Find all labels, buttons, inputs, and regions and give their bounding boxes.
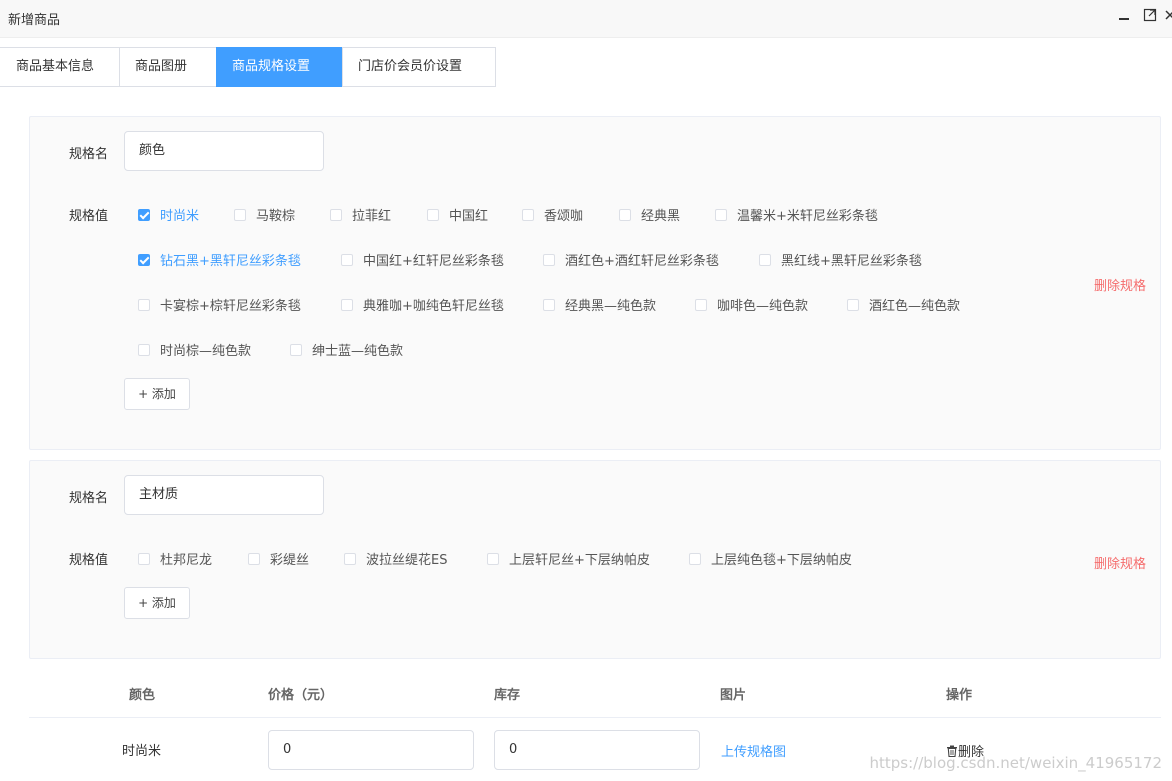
add-spec-value-button[interactable]: + 添加 [124, 587, 190, 619]
table-header-stock: 库存 [494, 688, 521, 703]
checkbox-icon[interactable] [619, 208, 631, 221]
spec-value-checkbox[interactable]: 绅士蓝—纯色款 [290, 340, 403, 359]
spec-name-label: 规格名 [69, 491, 109, 506]
checkbox-icon[interactable] [487, 552, 499, 565]
price-input[interactable]: 0 [268, 730, 474, 770]
upload-spec-image-link[interactable]: 上传规格图 [721, 741, 786, 760]
checkbox-icon[interactable] [689, 552, 701, 565]
checkbox-icon[interactable] [341, 298, 353, 311]
add-spec-value-button[interactable]: + 添加 [124, 378, 190, 410]
spec-value-checkbox[interactable]: 时尚棕—纯色款 [138, 340, 251, 359]
spec-value-checkbox[interactable]: 波拉丝缇花ES [344, 549, 447, 568]
spec-block-material: 规格名 主材质 规格值 杜邦尼龙 彩缇丝 波拉丝缇花ES 上层轩尼丝+下层纳帕皮… [29, 460, 1161, 659]
spec-value-checkbox[interactable]: 时尚米 [138, 205, 199, 224]
stock-input[interactable]: 0 [494, 730, 700, 770]
spec-values-label: 规格值 [69, 553, 109, 568]
table-header-price: 价格（元） [268, 688, 334, 703]
spec-value-checkbox[interactable]: 酒红色+酒红轩尼丝彩条毯 [543, 250, 719, 269]
checkbox-icon[interactable] [138, 343, 150, 356]
tab-gallery[interactable]: 商品图册 [119, 47, 217, 87]
table-header-image: 图片 [720, 688, 747, 703]
spec-value-checkbox[interactable]: 温馨米+米轩尼丝彩条毯 [715, 205, 878, 224]
tab-bar: 商品基本信息 商品图册 商品规格设置 门店价会员价设置 [0, 47, 496, 87]
checkbox-icon[interactable] [138, 552, 150, 565]
checkbox-icon[interactable] [341, 253, 353, 266]
table-header-actions: 操作 [946, 688, 973, 703]
spec-value-checkbox[interactable]: 拉菲红 [330, 205, 391, 224]
checkbox-icon[interactable] [138, 253, 150, 266]
spec-value-checkbox[interactable]: 彩缇丝 [248, 549, 309, 568]
checkbox-icon[interactable] [427, 208, 439, 221]
spec-value-checkbox[interactable]: 香颂咖 [522, 205, 583, 224]
watermark-text: https://blog.csdn.net/weixin_41965172 [869, 754, 1162, 772]
checkbox-icon[interactable] [234, 208, 246, 221]
checkbox-icon[interactable] [248, 552, 260, 565]
checkbox-icon[interactable] [290, 343, 302, 356]
spec-value-checkbox[interactable]: 经典黑—纯色款 [543, 295, 656, 314]
tab-basic-info[interactable]: 商品基本信息 [0, 47, 120, 87]
tab-store-member-price[interactable]: 门店价会员价设置 [342, 47, 496, 87]
spec-name-label: 规格名 [69, 147, 109, 162]
spec-value-checkbox[interactable]: 经典黑 [619, 205, 680, 224]
spec-value-checkbox[interactable]: 典雅咖+咖纯色轩尼丝毯 [341, 295, 504, 314]
spec-value-checkbox[interactable]: 马鞍棕 [234, 205, 295, 224]
spec-value-checkbox[interactable]: 中国红 [427, 205, 488, 224]
minimize-icon[interactable] [1115, 8, 1133, 26]
spec-value-checkbox[interactable]: 卡宴棕+棕轩尼丝彩条毯 [138, 295, 301, 314]
spec-value-checkbox[interactable]: 酒红色—纯色款 [847, 295, 960, 314]
tab-spec-settings[interactable]: 商品规格设置 [216, 47, 343, 87]
checkbox-icon[interactable] [847, 298, 859, 311]
spec-value-checkbox[interactable]: 杜邦尼龙 [138, 549, 212, 568]
checkbox-icon[interactable] [522, 208, 534, 221]
spec-value-checkbox[interactable]: 上层纯色毯+下层纳帕皮 [689, 549, 852, 568]
spec-value-checkbox[interactable]: 钻石黑+黑轩尼丝彩条毯 [138, 250, 301, 269]
row-color: 时尚米 [122, 744, 162, 759]
checkbox-icon[interactable] [759, 253, 771, 266]
checkbox-icon[interactable] [344, 552, 356, 565]
checkbox-icon[interactable] [330, 208, 342, 221]
checkbox-icon[interactable] [715, 208, 727, 221]
close-icon[interactable] [1163, 8, 1172, 26]
checkbox-icon[interactable] [543, 298, 555, 311]
spec-block-color: 规格名 颜色 规格值 时尚米 马鞍棕 拉菲红 中国红 香颂咖 经典黑 温馨米+米… [29, 116, 1161, 450]
checkbox-icon[interactable] [543, 253, 555, 266]
spec-value-checkbox[interactable]: 中国红+红轩尼丝彩条毯 [341, 250, 504, 269]
checkbox-icon[interactable] [138, 208, 150, 221]
spec-value-checkbox[interactable]: 上层轩尼丝+下层纳帕皮 [487, 549, 650, 568]
spec-values-label: 规格值 [69, 209, 109, 224]
spec-value-checkbox[interactable]: 黑红线+黑轩尼丝彩条毯 [759, 250, 922, 269]
checkbox-icon[interactable] [138, 298, 150, 311]
checkbox-icon[interactable] [695, 298, 707, 311]
spec-name-input[interactable]: 颜色 [124, 131, 324, 171]
maximize-icon[interactable] [1141, 8, 1159, 26]
spec-name-input[interactable]: 主材质 [124, 475, 324, 515]
dialog-titlebar: 新增商品 [0, 0, 1172, 38]
delete-spec-button[interactable]: 删除规格 [1094, 553, 1146, 572]
dialog-title: 新增商品 [8, 13, 61, 28]
table-header-color: 颜色 [129, 688, 156, 703]
spec-value-checkbox[interactable]: 咖啡色—纯色款 [695, 295, 808, 314]
delete-spec-button[interactable]: 删除规格 [1094, 275, 1146, 294]
table-divider [29, 717, 1161, 718]
